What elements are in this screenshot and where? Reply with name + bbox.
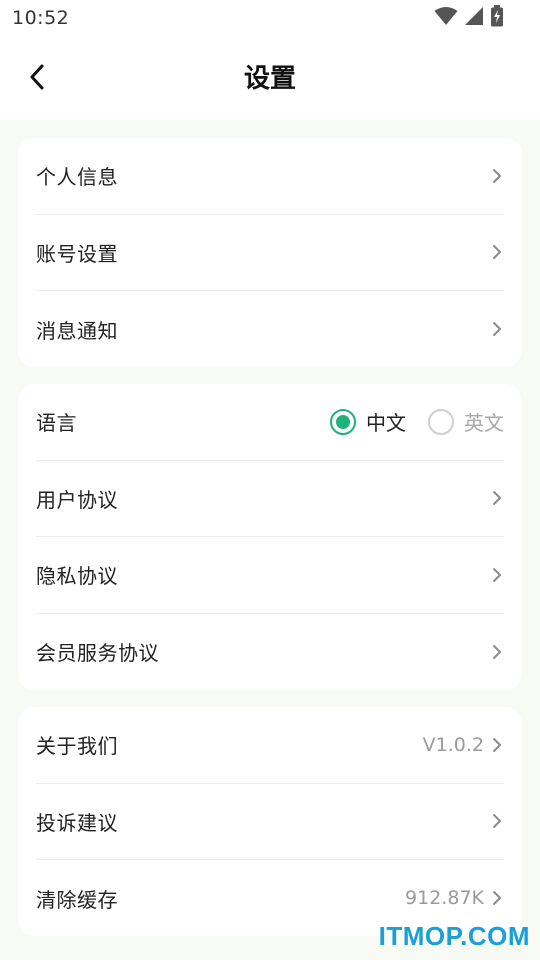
- option-label: 英文: [464, 411, 504, 436]
- row-label: 会员服务协议: [36, 641, 159, 666]
- chevron-right-icon: [490, 168, 504, 184]
- language-option-chinese[interactable]: 中文: [330, 407, 406, 436]
- chevron-right-icon: [490, 244, 504, 260]
- chevron-right-icon: [490, 490, 504, 506]
- chevron-right-icon: [490, 813, 504, 829]
- row-label: 个人信息: [36, 165, 118, 190]
- version-value: V1.0.2: [422, 733, 484, 756]
- row-privacy-agreement[interactable]: 隐私协议: [36, 537, 504, 614]
- chevron-right-icon: [490, 644, 504, 660]
- language-options: 中文 英文: [308, 407, 504, 436]
- settings-group-agreements: 语言 中文 英文 用户协议 隐私协议 会员服务协议: [18, 384, 522, 690]
- row-feedback[interactable]: 投诉建议: [36, 784, 504, 860]
- option-label: 中文: [366, 411, 406, 436]
- chevron-right-icon: [490, 890, 504, 906]
- signal-icon: [464, 6, 484, 30]
- settings-group-account: 个人信息 账号设置 消息通知: [18, 138, 522, 367]
- row-language: 语言 中文 英文: [36, 384, 504, 461]
- row-label: 消息通知: [36, 318, 118, 343]
- row-personal-info[interactable]: 个人信息: [36, 138, 504, 215]
- status-icons: [434, 5, 504, 31]
- watermark: ITMOP.COM: [378, 921, 530, 951]
- nav-bar: 设置: [0, 36, 540, 120]
- battery-charging-icon: [490, 5, 504, 31]
- row-member-service-agreement[interactable]: 会员服务协议: [36, 614, 504, 691]
- status-time: 10:52: [12, 7, 70, 29]
- chevron-right-icon: [490, 737, 504, 753]
- row-label: 账号设置: [36, 241, 118, 266]
- row-label: 隐私协议: [36, 564, 118, 589]
- language-option-english[interactable]: 英文: [428, 407, 504, 436]
- row-label: 清除缓存: [36, 887, 118, 912]
- chevron-right-icon: [490, 567, 504, 583]
- chevron-right-icon: [490, 321, 504, 337]
- settings-group-about: 关于我们 V1.0.2 投诉建议 清除缓存 912.87K: [18, 707, 522, 936]
- row-user-agreement[interactable]: 用户协议: [36, 461, 504, 537]
- row-about-us[interactable]: 关于我们 V1.0.2: [36, 707, 504, 784]
- row-label: 用户协议: [36, 487, 118, 512]
- cache-size-value: 912.87K: [405, 887, 484, 910]
- row-message-notify[interactable]: 消息通知: [36, 291, 504, 368]
- radio-selected-icon[interactable]: [330, 408, 356, 435]
- row-label: 投诉建议: [36, 810, 118, 835]
- status-bar: 10:52: [0, 0, 540, 36]
- wifi-icon: [434, 6, 458, 30]
- row-label: 关于我们: [36, 734, 118, 759]
- radio-unselected-icon[interactable]: [428, 408, 454, 435]
- row-account-settings[interactable]: 账号设置: [36, 215, 504, 291]
- page-title: 设置: [243, 64, 296, 94]
- row-label: 语言: [36, 411, 77, 436]
